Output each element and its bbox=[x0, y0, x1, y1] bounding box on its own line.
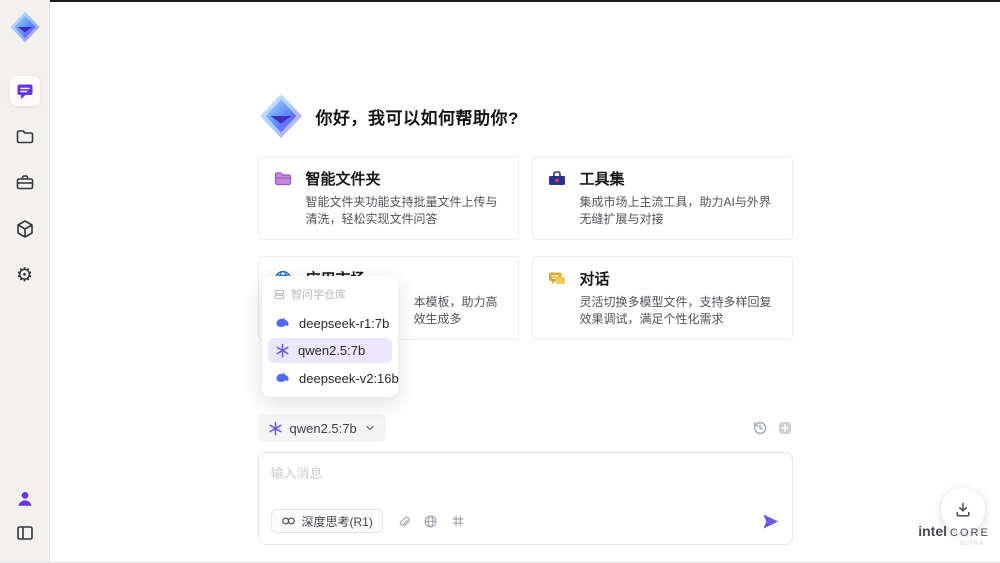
qwen-icon bbox=[268, 421, 283, 436]
composer-toolbar: 深度思考(R1) bbox=[270, 509, 780, 533]
card-description: 智能文件夹功能支持批量文件上传与清洗，轻松实现文件问答 bbox=[305, 195, 498, 226]
grid-icon bbox=[451, 514, 465, 528]
model-repo-label: 智问学仓库 bbox=[291, 289, 346, 301]
core-logo-text: core bbox=[950, 527, 990, 539]
greeting-logo-icon bbox=[258, 92, 304, 140]
main-area: 你好，我可以如何帮助你? 智能文件夹 智能文件夹功能支持批量文件上传与清洗，轻松… bbox=[50, 0, 1000, 562]
app-window: ⚙ 你好，我可以如何帮助你? 智能文件夹 智能文件夹功能支持批量文件上传与清洗，… bbox=[0, 0, 1000, 563]
download-icon bbox=[954, 501, 972, 519]
card-description: 本模板，助力高效生成多 bbox=[413, 295, 498, 326]
sidebar-item-account[interactable] bbox=[10, 484, 40, 514]
chat-bubbles-icon bbox=[547, 269, 567, 289]
card-description: 集成市场上主流工具，助力AI与外界无缝扩展与对接 bbox=[579, 195, 771, 226]
diamond-logo-icon bbox=[9, 11, 40, 43]
history-button[interactable] bbox=[752, 420, 768, 436]
sidebar-item-collapse[interactable] bbox=[10, 518, 40, 548]
model-option-label: qwen2.5:7b bbox=[298, 343, 366, 358]
chat-actions bbox=[752, 420, 793, 436]
deepseek-whale-icon bbox=[275, 370, 291, 386]
purple-folder-icon bbox=[273, 169, 293, 189]
deepseek-whale-icon bbox=[275, 315, 291, 331]
model-selector-button[interactable]: qwen2.5:7b bbox=[257, 414, 386, 442]
globe-icon bbox=[423, 514, 438, 529]
model-option-qwen2-5-7b[interactable]: qwen2.5:7b bbox=[268, 338, 392, 363]
message-input[interactable] bbox=[270, 463, 780, 501]
ultra-logo-text: ultra bbox=[959, 541, 984, 547]
sidebar-item-folders[interactable] bbox=[10, 122, 40, 152]
repo-icon bbox=[274, 289, 285, 300]
chat-icon bbox=[15, 81, 35, 101]
gear-icon: ⚙ bbox=[15, 264, 34, 286]
web-search-button[interactable] bbox=[423, 514, 438, 529]
deep-think-toggle[interactable]: 深度思考(R1) bbox=[270, 509, 383, 533]
card-dialog[interactable]: 对话 灵活切换多模型文件，支持多样回复效果调试，满足个性化需求 bbox=[531, 256, 793, 340]
card-description: 灵活切换多模型文件，支持多样回复效果调试，满足个性化需求 bbox=[579, 295, 772, 326]
sidebar-item-apps[interactable] bbox=[10, 214, 40, 244]
qwen-icon bbox=[275, 343, 290, 358]
send-icon bbox=[761, 512, 780, 531]
briefcase-icon bbox=[15, 173, 35, 193]
sidebar: ⚙ bbox=[0, 0, 50, 562]
chevron-down-icon bbox=[364, 422, 376, 434]
sidebar-bottom bbox=[10, 484, 40, 548]
toolbox-icon bbox=[547, 169, 567, 189]
sidebar-item-chat[interactable] bbox=[9, 76, 40, 106]
model-dropdown-header: 智问学仓库 bbox=[268, 282, 392, 308]
card-title: 对话 bbox=[579, 271, 610, 288]
intel-core-badge: intel core ultra bbox=[918, 523, 990, 547]
card-smart-folder[interactable]: 智能文件夹 智能文件夹功能支持批量文件上传与清洗，轻松实现文件问答 bbox=[257, 156, 519, 240]
greeting-title: 你好，我可以如何帮助你? bbox=[315, 108, 519, 128]
model-option-deepseek-r1-7b[interactable]: deepseek-r1:7b bbox=[268, 310, 392, 336]
card-toolset[interactable]: 工具集 集成市场上主流工具，助力AI与外界无缝扩展与对接 bbox=[531, 156, 793, 240]
sidebar-nav: ⚙ bbox=[9, 76, 40, 290]
card-title: 智能文件夹 bbox=[305, 171, 381, 188]
knowledge-button[interactable] bbox=[451, 514, 465, 528]
model-dropdown: 智问学仓库 deepseek-r1:7b qwen2.5:7b deepseek… bbox=[262, 276, 399, 397]
model-option-label: deepseek-r1:7b bbox=[299, 315, 390, 331]
model-option-label: deepseek-v2:16b bbox=[299, 370, 399, 386]
attach-button[interactable] bbox=[396, 514, 410, 529]
folder-icon bbox=[15, 127, 35, 147]
sidebar-item-toolbox[interactable] bbox=[10, 168, 40, 198]
paperclip-icon bbox=[396, 514, 410, 529]
app-logo bbox=[8, 8, 42, 46]
sidebar-item-settings[interactable]: ⚙ bbox=[10, 260, 40, 290]
new-chat-icon bbox=[777, 420, 793, 436]
selected-model-label: qwen2.5:7b bbox=[289, 420, 357, 436]
card-title: 工具集 bbox=[579, 171, 625, 188]
composer[interactable]: 深度思考(R1) bbox=[257, 452, 793, 545]
send-button[interactable] bbox=[761, 512, 780, 531]
deep-think-label: 深度思考(R1) bbox=[301, 514, 373, 529]
greeting: 你好，我可以如何帮助你? bbox=[258, 92, 793, 140]
cube-icon bbox=[15, 219, 35, 239]
new-chat-button[interactable] bbox=[777, 420, 793, 436]
deepthink-icon bbox=[281, 515, 296, 527]
panel-icon bbox=[15, 523, 35, 543]
model-option-deepseek-v2-16b[interactable]: deepseek-v2:16b bbox=[268, 365, 399, 391]
intel-logo-text: intel bbox=[918, 523, 947, 539]
user-icon bbox=[16, 490, 34, 508]
history-icon bbox=[752, 420, 768, 436]
model-selector-row: qwen2.5:7b bbox=[257, 414, 793, 442]
